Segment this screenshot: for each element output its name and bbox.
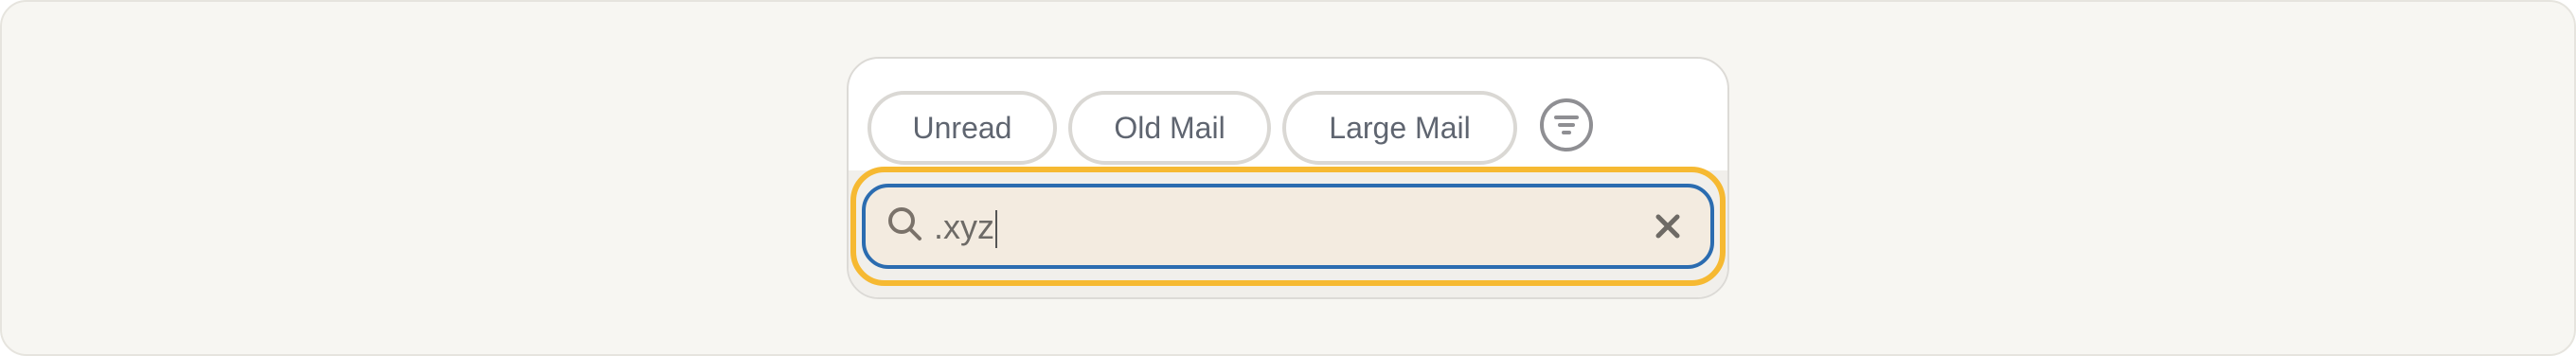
chip-large-mail[interactable]: Large Mail <box>1282 91 1517 165</box>
filter-icon <box>1554 116 1579 119</box>
filter-button[interactable] <box>1540 98 1593 151</box>
chip-label: Large Mail <box>1329 110 1471 145</box>
search-input[interactable]: .xyz <box>862 184 1714 269</box>
filter-icon-line <box>1562 131 1571 134</box>
chip-label: Old Mail <box>1114 110 1225 145</box>
close-icon[interactable] <box>1654 212 1682 240</box>
chip-label: Unread <box>912 110 1012 145</box>
chip-old-mail[interactable]: Old Mail <box>1068 91 1271 165</box>
search-icon <box>888 207 921 240</box>
text-caret <box>995 210 998 249</box>
chip-unread[interactable]: Unread <box>868 91 1057 165</box>
filter-icon-line <box>1558 123 1575 127</box>
search-value: .xyz <box>934 205 998 250</box>
